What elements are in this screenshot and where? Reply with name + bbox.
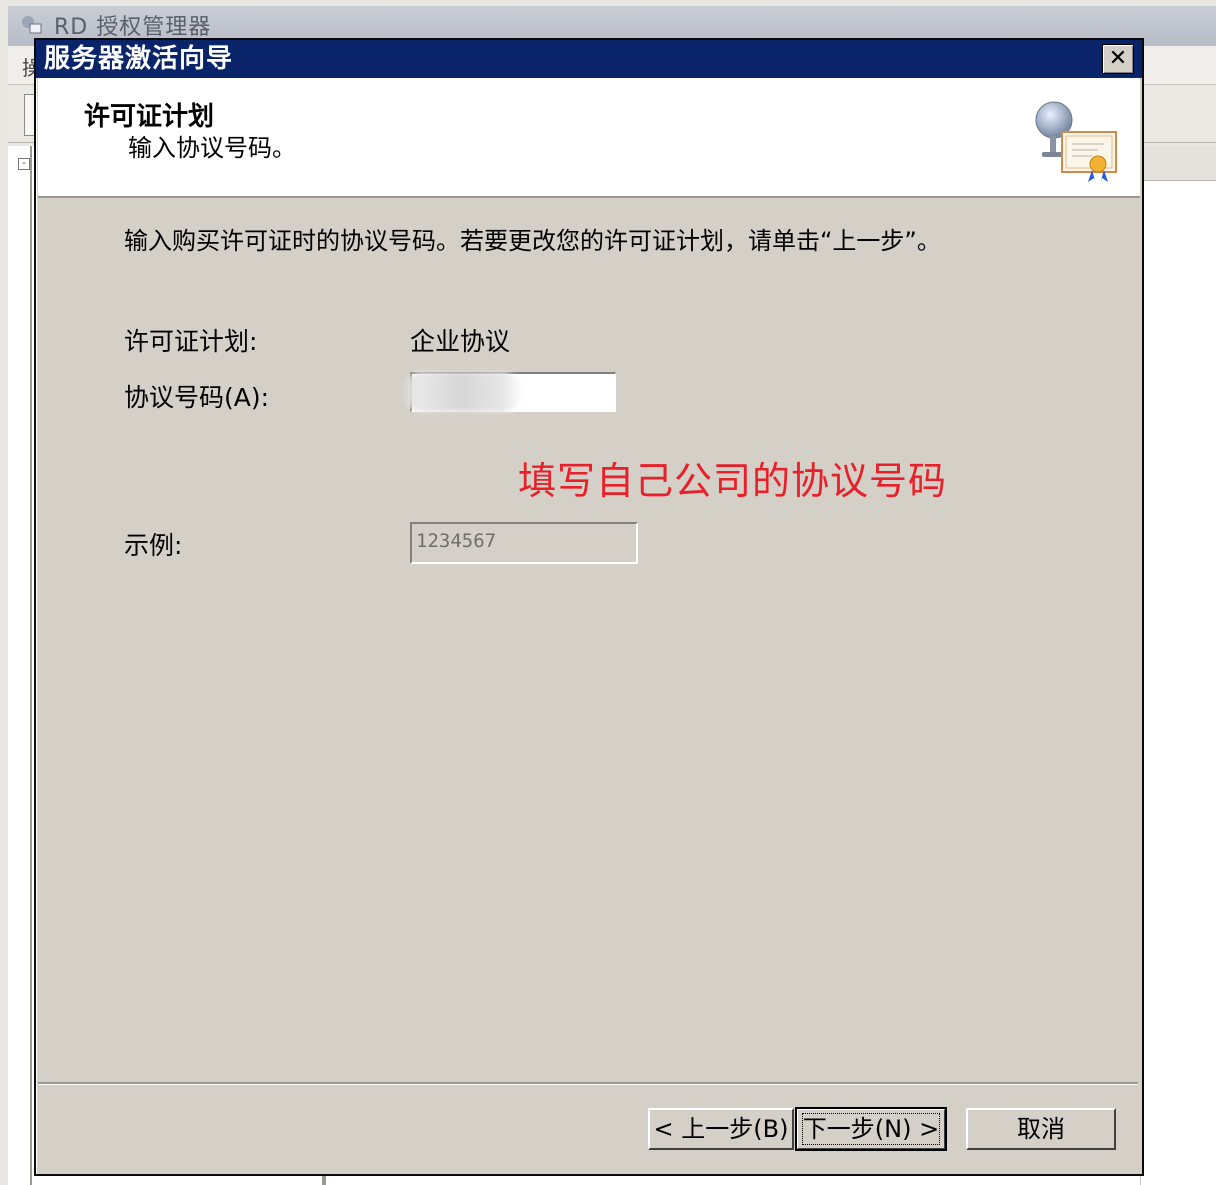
wizard-header: 许可证计划 输入协议号码。	[38, 78, 1140, 198]
license-plan-label: 许可证计划:	[124, 327, 258, 356]
redaction-blur	[402, 372, 522, 412]
dialog-titlebar: 服务器激活向导 ✕	[36, 40, 1142, 78]
dialog-title: 服务器激活向导	[44, 44, 234, 74]
back-button[interactable]: < 上一步(B)	[648, 1108, 794, 1150]
right-pane	[1140, 146, 1216, 1185]
tree-expand-icon[interactable]: -	[18, 158, 30, 170]
license-plan-value: 企业协议	[410, 327, 511, 356]
cancel-button[interactable]: 取消	[966, 1108, 1116, 1150]
server-activation-wizard: 服务器激活向导 ✕ 许可证计划 输入协议号码。 输入购买许可证时的协议号码。若要…	[34, 38, 1144, 1176]
agreement-number-label: 协议号码(A):	[124, 383, 270, 412]
annotation-text: 填写自己公司的协议号码	[518, 459, 948, 503]
example-field: 1234567	[410, 522, 638, 564]
example-label: 示例:	[124, 531, 183, 560]
right-pane-header	[1140, 146, 1216, 181]
button-separator	[38, 1082, 1138, 1085]
close-icon: ✕	[1108, 46, 1128, 71]
instruction-text: 输入购买许可证时的协议号码。若要更改您的许可证计划，请单击“上一步”。	[124, 227, 941, 255]
page-subtitle: 输入协议号码。	[128, 134, 296, 162]
tree-pane	[10, 146, 32, 1185]
focus-rectangle	[802, 1113, 940, 1145]
license-certificate-icon	[1035, 101, 1117, 184]
close-button[interactable]: ✕	[1102, 44, 1134, 74]
server-icon	[22, 16, 42, 34]
next-button[interactable]: 下一步(N) >	[795, 1107, 947, 1151]
